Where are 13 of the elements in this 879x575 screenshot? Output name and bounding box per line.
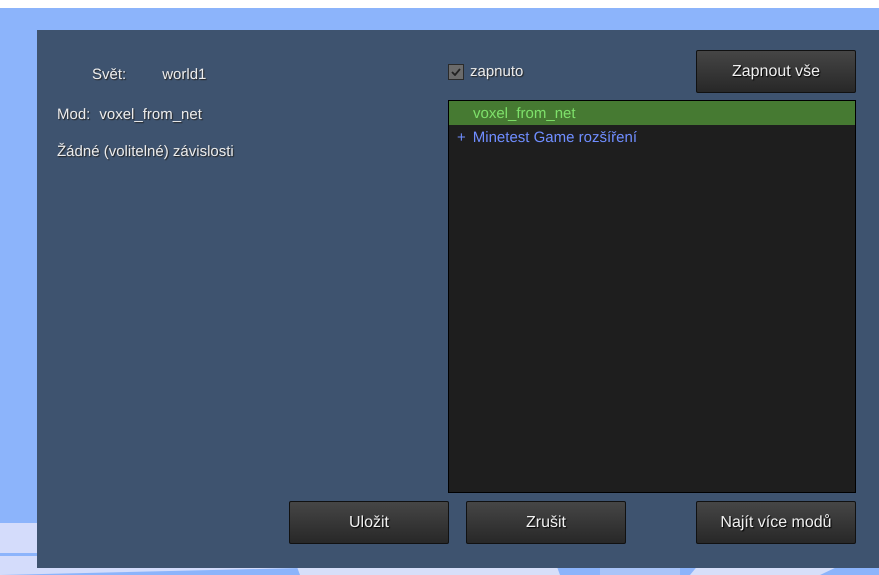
checkbox-label: zapnuto bbox=[470, 63, 524, 80]
enabled-checkbox[interactable] bbox=[448, 64, 464, 80]
mod-name: voxel_from_net bbox=[99, 106, 202, 123]
mod-label: Mod: bbox=[57, 106, 90, 123]
world-label: Svět: bbox=[92, 66, 126, 82]
enable-all-button[interactable]: Zapnout vše bbox=[696, 50, 856, 93]
dialog-button[interactable]: Najít více modů bbox=[696, 501, 856, 544]
modpack-list-item[interactable]: + Minetest Game rozšíření bbox=[449, 125, 855, 149]
world-name: world1 bbox=[162, 66, 206, 82]
dialog-button[interactable]: Zrušit bbox=[466, 501, 626, 544]
dependencies-text: Žádné (volitelné) závislosti bbox=[57, 142, 234, 160]
checkmark-icon bbox=[451, 68, 461, 76]
dialog-button[interactable]: Uložit bbox=[289, 501, 449, 544]
